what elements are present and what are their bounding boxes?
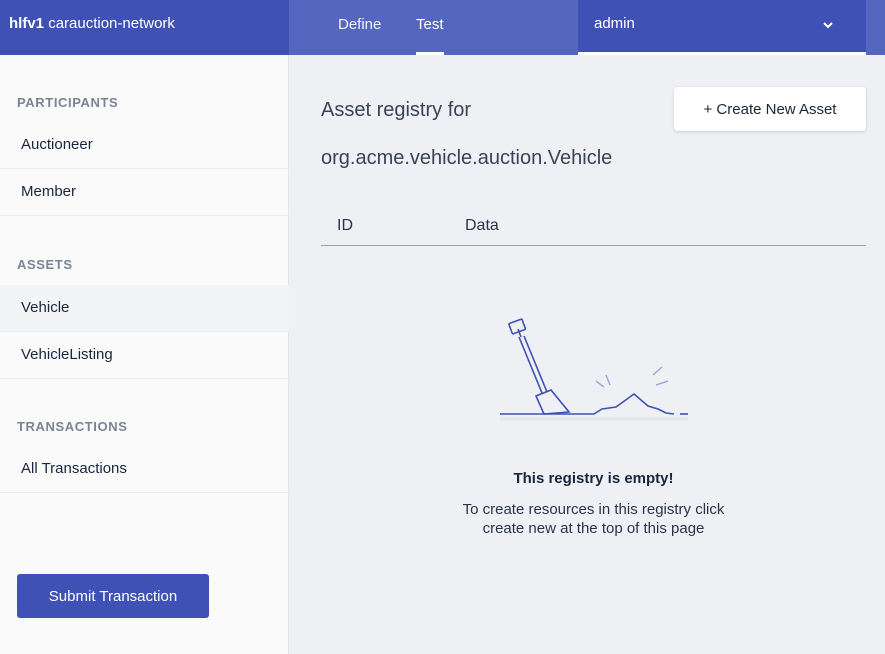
brand-version: hlfv1 — [9, 15, 45, 32]
sidebar-item-all-transactions[interactable]: All Transactions — [0, 446, 289, 493]
user-dropdown[interactable]: admin — [578, 0, 866, 55]
section-participants: PARTICIPANTS — [17, 95, 119, 110]
create-new-asset-button[interactable]: + Create New Asset — [674, 87, 866, 131]
tab-define[interactable]: Define — [338, 0, 381, 55]
empty-desc-line1: To create resources in this registry cli… — [462, 501, 725, 518]
sidebar: PARTICIPANTS Auctioneer Member ASSETS Ve… — [0, 55, 289, 654]
tab-test[interactable]: Test — [416, 0, 444, 55]
sidebar-item-vehiclelisting[interactable]: VehicleListing — [0, 332, 289, 379]
brand-network-name: carauction-network — [48, 15, 175, 32]
chevron-down-icon — [823, 22, 833, 29]
empty-state-description: To create resources in this registry cli… — [321, 500, 866, 538]
sidebar-item-vehicle[interactable]: Vehicle — [0, 285, 289, 332]
sidebar-item-auctioneer[interactable]: Auctioneer — [0, 122, 289, 169]
page-title: Asset registry for — [321, 99, 472, 121]
section-assets: ASSETS — [17, 257, 73, 272]
column-header-id: ID — [337, 217, 353, 234]
shovel-icon — [500, 318, 688, 421]
empty-desc-line2: create new at the top of this page — [482, 520, 705, 537]
registry-namespace: org.acme.vehicle.auction.Vehicle — [321, 147, 613, 169]
empty-state-title: This registry is empty! — [513, 470, 674, 487]
top-header: hlfv1 carauction-network Define Test adm… — [0, 0, 885, 55]
registry-table-header: ID Data — [321, 209, 866, 246]
section-transactions: TRANSACTIONS — [17, 419, 128, 434]
app-brand: hlfv1 carauction-network — [0, 0, 289, 55]
submit-transaction-button[interactable]: Submit Transaction — [17, 574, 209, 618]
main-content: Asset registry for org.acme.vehicle.auct… — [290, 55, 885, 654]
column-header-data: Data — [465, 217, 499, 234]
sidebar-item-member[interactable]: Member — [0, 169, 289, 216]
user-name: admin — [594, 15, 635, 32]
